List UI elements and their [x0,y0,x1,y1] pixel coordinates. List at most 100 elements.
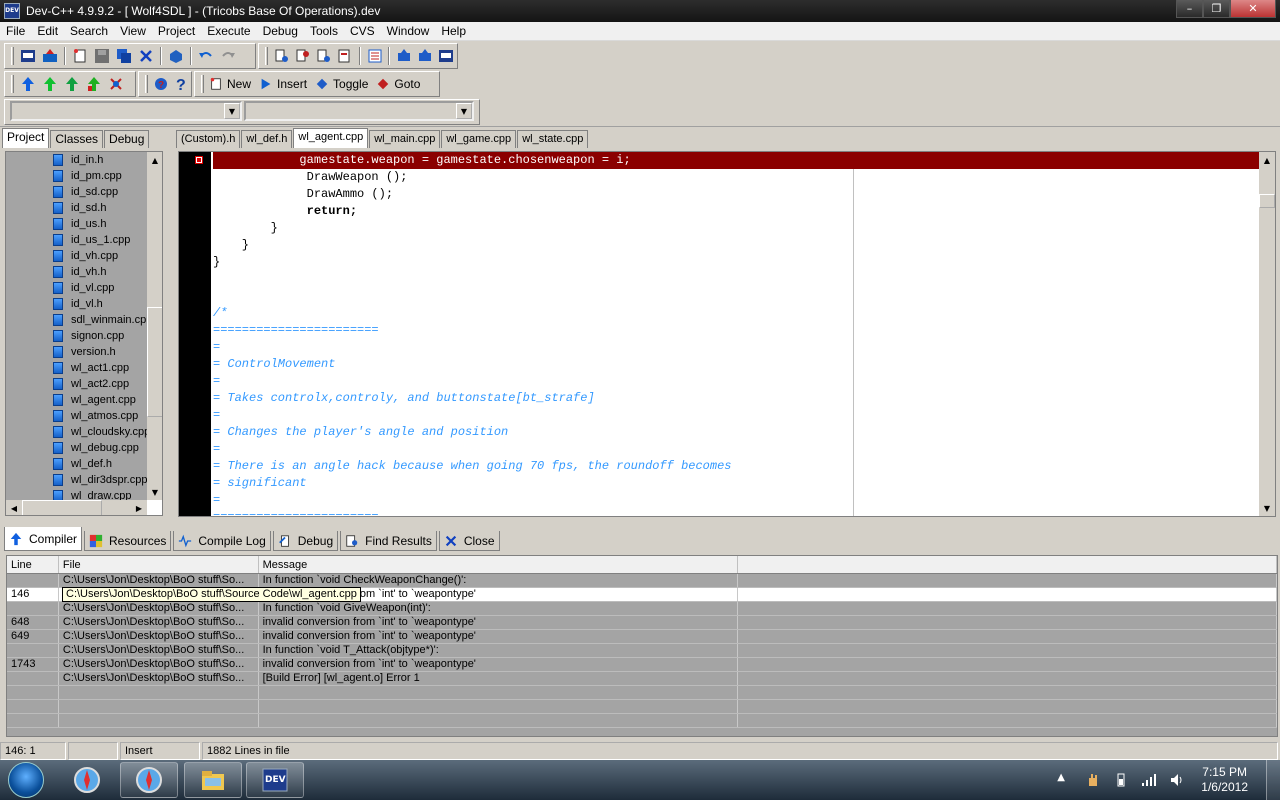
code-editor[interactable]: gamestate.weapon = gamestate.chosenweapo… [178,151,1276,517]
taskbar-devcpp[interactable]: DEV [246,762,304,798]
taskbar-safari-1[interactable] [58,762,116,798]
save-all-button[interactable] [113,45,135,67]
show-hidden-icons[interactable]: ▲ [1057,772,1073,788]
menu-cvs[interactable]: CVS [344,24,381,38]
compile-run-button[interactable] [61,73,83,95]
undo-button[interactable] [195,45,217,67]
class-selector[interactable]: ▼ [10,101,242,121]
column-file[interactable]: File [59,556,259,573]
tree-file-item[interactable]: id_us.h [6,216,147,232]
tree-file-item[interactable]: id_vh.h [6,264,147,280]
replace-button[interactable] [292,45,313,67]
message-row[interactable]: C:\Users\Jon\Desktop\BoO stuff\So... In f… [7,574,1277,588]
hand-icon[interactable] [1085,772,1101,788]
debug-button[interactable] [105,73,127,95]
devpak-button[interactable] [436,45,457,67]
tab-classes[interactable]: Classes [50,130,104,148]
code-line[interactable]: DrawAmmo (); [213,186,1259,203]
tree-file-item[interactable]: id_sd.cpp [6,184,147,200]
code-line[interactable]: = There is an angle hack because when go… [213,458,1259,475]
editor-tab[interactable]: wl_def.h [241,130,293,148]
run-arrow-button[interactable] [39,73,61,95]
message-row[interactable]: 648 C:\Users\Jon\Desktop\BoO stuff\So... i… [7,616,1277,630]
message-row[interactable]: C:\Users\Jon\Desktop\BoO stuff\So... [Bui… [7,672,1277,686]
message-row[interactable]: 1743 C:\Users\Jon\Desktop\BoO stuff\So...… [7,658,1277,672]
error-code-line[interactable]: gamestate.weapon = gamestate.chosenweapo… [213,152,1259,169]
toolbar-grip[interactable] [11,47,14,65]
code-line[interactable]: = [213,373,1259,390]
code-line[interactable]: } [213,237,1259,254]
tree-file-item[interactable]: wl_act2.cpp [6,376,147,392]
toggle-button[interactable]: Toggle [313,73,374,95]
maximize-button[interactable]: ❐ [1203,0,1230,18]
tree-file-item[interactable]: version.h [6,344,147,360]
member-selector[interactable]: ▼ [244,101,474,121]
code-line[interactable]: } [213,220,1259,237]
message-row[interactable]: C:\Users\Jon\Desktop\BoO stuff\So... In f… [7,602,1277,616]
tree-file-item[interactable]: wl_cloudsky.cpp [6,424,147,440]
find-button[interactable] [271,45,292,67]
print-button[interactable] [165,45,187,67]
code-line[interactable]: DrawWeapon (); [213,169,1259,186]
scroll-left-button[interactable]: ◀ [6,500,22,515]
code-line[interactable]: = ControlMovement [213,356,1259,373]
code-line[interactable]: ======================= [213,509,1259,516]
tree-file-item[interactable]: id_sd.h [6,200,147,216]
tree-scroll-thumb[interactable] [147,307,162,417]
code-line[interactable]: = [213,407,1259,424]
editor-tab[interactable]: wl_main.cpp [369,130,441,148]
tree-file-item[interactable]: wl_def.h [6,456,147,472]
scroll-right-button[interactable]: ▶ [131,500,147,515]
tree-horizontal-scrollbar[interactable]: ◀ ▶ [6,500,147,515]
tab-compiler[interactable]: Compiler [4,527,83,551]
goto-button[interactable]: Goto [374,73,426,95]
tree-file-item[interactable]: wl_draw.cpp [6,488,147,500]
code-line[interactable]: = [213,492,1259,509]
message-row[interactable]: 649 C:\Users\Jon\Desktop\BoO stuff\So... i… [7,630,1277,644]
tab-debug-output[interactable]: Debug [272,531,339,551]
tree-hscroll-thumb[interactable] [22,500,102,515]
tab-find-results[interactable]: Find Results [340,531,437,551]
scroll-up-button[interactable]: ▲ [147,152,162,168]
member-selector-dropdown[interactable]: ▼ [456,103,472,119]
tree-file-item[interactable]: wl_atmos.cpp [6,408,147,424]
code-line[interactable]: /* [213,305,1259,322]
network-icon[interactable] [1141,772,1157,788]
tree-file-item[interactable]: id_pm.cpp [6,168,147,184]
message-row[interactable]: C:\Users\Jon\Desktop\BoO stuff\So... In f… [7,644,1277,658]
tree-file-item[interactable]: id_vh.cpp [6,248,147,264]
battery-icon[interactable] [1113,772,1129,788]
code-line[interactable]: = significant [213,475,1259,492]
tree-file-item[interactable]: id_vl.cpp [6,280,147,296]
rebuild-all-button[interactable] [83,73,105,95]
tree-file-item[interactable]: sdl_winmain.cpp [6,312,147,328]
code-line[interactable]: } [213,254,1259,271]
code-line[interactable]: return; [213,203,1259,220]
editor-vertical-scrollbar[interactable]: ▲ ▼ [1259,152,1275,516]
tab-debug[interactable]: Debug [104,130,150,148]
editor-tab[interactable]: wl_game.cpp [441,130,517,148]
column-message[interactable]: Message [259,556,738,573]
new-project-button[interactable] [17,45,39,67]
close-file-button[interactable] [135,45,157,67]
editor-tab[interactable]: (Custom).h [176,130,241,148]
menu-project[interactable]: Project [152,24,201,38]
editor-tab[interactable]: wl_agent.cpp [293,128,369,148]
code-area[interactable]: gamestate.weapon = gamestate.chosenweapo… [213,152,1259,516]
column-line[interactable]: Line [7,556,59,573]
menu-view[interactable]: View [114,24,152,38]
tab-close[interactable]: Close [438,531,500,551]
tree-file-item[interactable]: wl_debug.cpp [6,440,147,456]
open-project-button[interactable] [39,45,61,67]
run-button[interactable] [414,45,435,67]
about-button[interactable]: ? [171,73,191,95]
help-book-button[interactable]: ? [151,73,171,95]
insert-button[interactable]: Insert [257,73,313,95]
menu-search[interactable]: Search [64,24,114,38]
scroll-down-button[interactable]: ▼ [147,484,162,500]
code-line[interactable]: = [213,339,1259,356]
menu-debug[interactable]: Debug [257,24,304,38]
new-button[interactable]: New [207,73,257,95]
menu-window[interactable]: Window [381,24,436,38]
menu-execute[interactable]: Execute [201,24,256,38]
